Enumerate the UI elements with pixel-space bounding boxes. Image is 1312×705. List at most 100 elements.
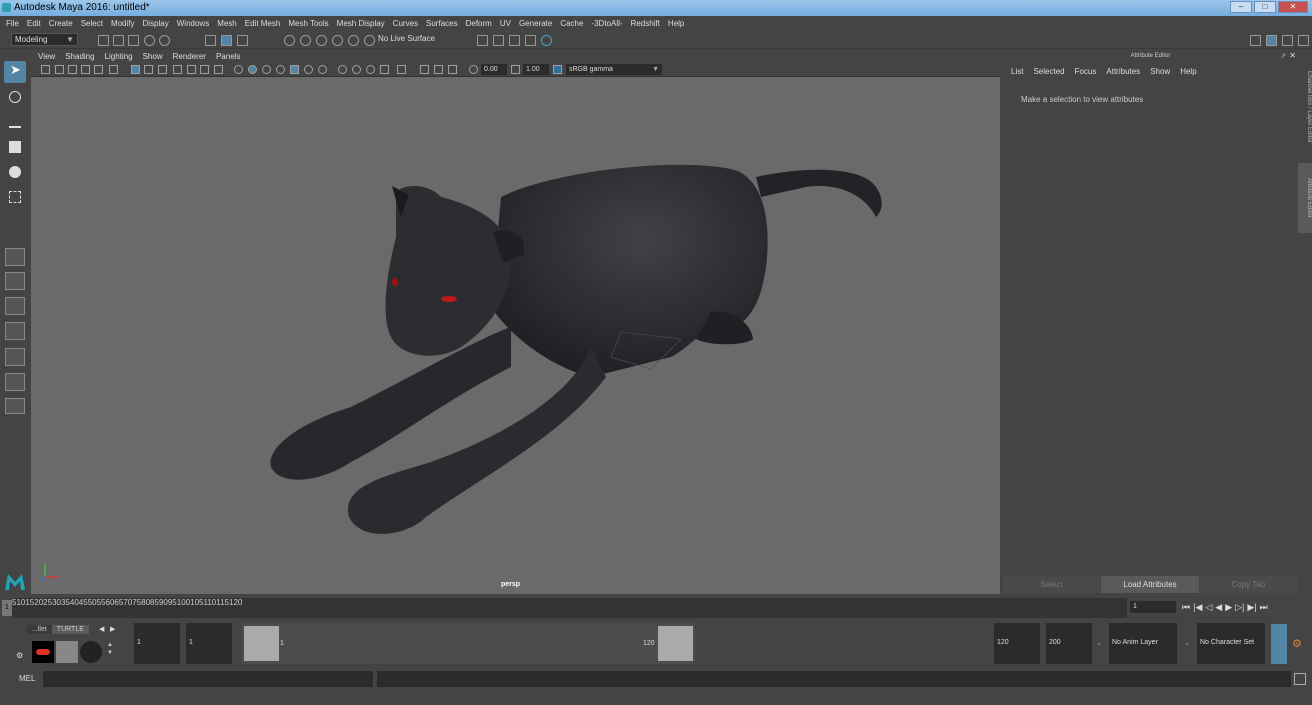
menu-modify[interactable]: Modify <box>111 19 135 28</box>
script-editor-icon[interactable] <box>1294 673 1306 685</box>
attr-menu-show[interactable]: Show <box>1150 67 1170 76</box>
tab-attribute-editor[interactable]: Attribute Editor <box>1298 163 1312 233</box>
open-scene-icon[interactable] <box>113 35 124 46</box>
turtle-render-icon[interactable] <box>32 641 54 663</box>
render-view-icon[interactable] <box>541 35 552 46</box>
step-forward-frame-icon[interactable]: ▷| <box>1235 601 1244 613</box>
menu-windows[interactable]: Windows <box>177 19 209 28</box>
redo-icon[interactable] <box>159 35 170 46</box>
anim-prefs-icon[interactable]: ⚙ <box>1292 637 1302 650</box>
menu-mesh-display[interactable]: Mesh Display <box>337 19 385 28</box>
menu-surfaces[interactable]: Surfaces <box>426 19 458 28</box>
camera-bookmark-icon[interactable] <box>55 65 64 74</box>
render-settings-icon[interactable] <box>509 35 520 46</box>
command-language-label[interactable]: MEL <box>19 674 35 683</box>
snap-grid-icon[interactable] <box>284 35 295 46</box>
copy-tab-button[interactable]: Copy Tab <box>1199 576 1297 593</box>
attr-menu-focus[interactable]: Focus <box>1075 67 1097 76</box>
play-forward-icon[interactable]: ▶ <box>1225 601 1232 613</box>
command-input[interactable] <box>43 671 373 687</box>
lasso-tool-button[interactable] <box>4 86 26 108</box>
turtle-shader-icon[interactable] <box>80 641 102 663</box>
xray-joints-icon[interactable] <box>434 65 443 74</box>
undo-icon[interactable] <box>144 35 155 46</box>
menu-cache[interactable]: Cache <box>560 19 583 28</box>
panel-menu-lighting[interactable]: Lighting <box>105 51 133 62</box>
paint-select-tool-button[interactable] <box>4 111 26 133</box>
film-gate-icon[interactable] <box>144 65 153 74</box>
shadows-icon[interactable] <box>318 65 327 74</box>
gate-mask-icon[interactable] <box>173 65 182 74</box>
screen-space-ao-icon[interactable] <box>338 65 347 74</box>
step-back-frame-icon[interactable]: ◁ <box>1205 601 1212 613</box>
panel-menu-panels[interactable]: Panels <box>216 51 240 62</box>
layout-persp-graph-button[interactable] <box>5 348 25 366</box>
shelf-tab-partial[interactable]: ...llet <box>27 625 52 634</box>
anim-start-field[interactable]: 1 <box>134 623 180 664</box>
character-set-field[interactable]: No Character Set <box>1197 623 1265 664</box>
time-ruler[interactable]: 5101520253035404550556065707580859095100… <box>12 598 1127 618</box>
panel-menu-show[interactable]: Show <box>143 51 163 62</box>
safe-title-icon[interactable] <box>214 65 223 74</box>
snap-point-icon[interactable] <box>316 35 327 46</box>
playback-start-field[interactable]: 1 <box>186 623 232 664</box>
scale-tool-button[interactable] <box>4 186 26 208</box>
use-all-lights-icon[interactable] <box>304 65 313 74</box>
turtle-bake-icon[interactable] <box>56 641 78 663</box>
range-start-handle[interactable] <box>244 626 279 661</box>
chevron-down-icon[interactable]: ⌄ <box>1184 639 1190 647</box>
rotate-tool-button[interactable] <box>4 161 26 183</box>
menu-redshift[interactable]: Redshift <box>631 19 660 28</box>
live-surface-icon[interactable] <box>364 35 375 46</box>
shelf-settings-icon[interactable]: ⚙ <box>16 651 23 660</box>
ipr-render-icon[interactable] <box>493 35 504 46</box>
go-to-end-icon[interactable]: ⏭ <box>1260 601 1268 613</box>
current-frame-field[interactable]: 1 <box>1130 601 1176 613</box>
shelf-vertical-scroll-icon[interactable]: ▲ ▼ <box>107 641 113 657</box>
exposure-field[interactable]: 0.00 <box>481 64 507 75</box>
color-management-icon[interactable] <box>553 65 562 74</box>
grid-toggle-icon[interactable] <box>131 65 140 74</box>
menu-create[interactable]: Create <box>49 19 73 28</box>
attr-menu-list[interactable]: List <box>1011 67 1023 76</box>
menu-edit[interactable]: Edit <box>27 19 41 28</box>
range-end-handle[interactable] <box>658 626 693 661</box>
snap-live-icon[interactable] <box>348 35 359 46</box>
wireframe-icon[interactable] <box>234 65 243 74</box>
chevron-down-icon[interactable]: ⌄ <box>1096 639 1102 647</box>
tab-channel-box[interactable]: Channel Box / Layer Editor <box>1298 57 1312 157</box>
menu-set-selector[interactable]: Modeling ▼ <box>11 33 78 46</box>
wireframe-on-shaded-icon[interactable] <box>276 65 285 74</box>
close-panel-icon[interactable]: ✕ <box>1289 51 1296 60</box>
2d-pan-zoom-icon[interactable] <box>81 65 90 74</box>
select-object-icon[interactable] <box>221 35 232 46</box>
step-back-key-icon[interactable]: |◀ <box>1193 601 1202 613</box>
auto-key-icon[interactable] <box>1271 624 1287 664</box>
menu-display[interactable]: Display <box>143 19 169 28</box>
layout-two-side-button[interactable] <box>5 297 25 315</box>
resolution-gate-icon[interactable] <box>158 65 167 74</box>
xray-icon[interactable] <box>420 65 429 74</box>
menu-curves[interactable]: Curves <box>393 19 418 28</box>
panel-menu-view[interactable]: View <box>38 51 55 62</box>
default-material-icon[interactable] <box>262 65 271 74</box>
gamma-field[interactable]: 1.00 <box>523 64 549 75</box>
range-slider[interactable]: 1 120 <box>242 623 695 664</box>
maximize-button[interactable]: □ <box>1254 1 1276 13</box>
select-button[interactable]: Select <box>1003 576 1101 593</box>
image-plane-icon[interactable] <box>68 65 77 74</box>
attribute-editor-toggle-icon[interactable] <box>1266 35 1277 46</box>
hypershade-icon[interactable] <box>525 35 536 46</box>
modeling-toolkit-icon[interactable] <box>1250 35 1261 46</box>
smooth-shade-icon[interactable] <box>248 65 257 74</box>
attr-menu-help[interactable]: Help <box>1180 67 1196 76</box>
shelf-scroll-left-icon[interactable]: ◀ <box>99 625 104 633</box>
save-scene-icon[interactable] <box>128 35 139 46</box>
move-tool-button[interactable] <box>4 136 26 158</box>
menu-file[interactable]: File <box>6 19 19 28</box>
menu-help[interactable]: Help <box>668 19 684 28</box>
layout-single-button[interactable] <box>5 248 25 266</box>
current-frame-marker[interactable]: 1 <box>2 600 12 616</box>
select-hierarchy-icon[interactable] <box>205 35 216 46</box>
menu-generate[interactable]: Generate <box>519 19 552 28</box>
